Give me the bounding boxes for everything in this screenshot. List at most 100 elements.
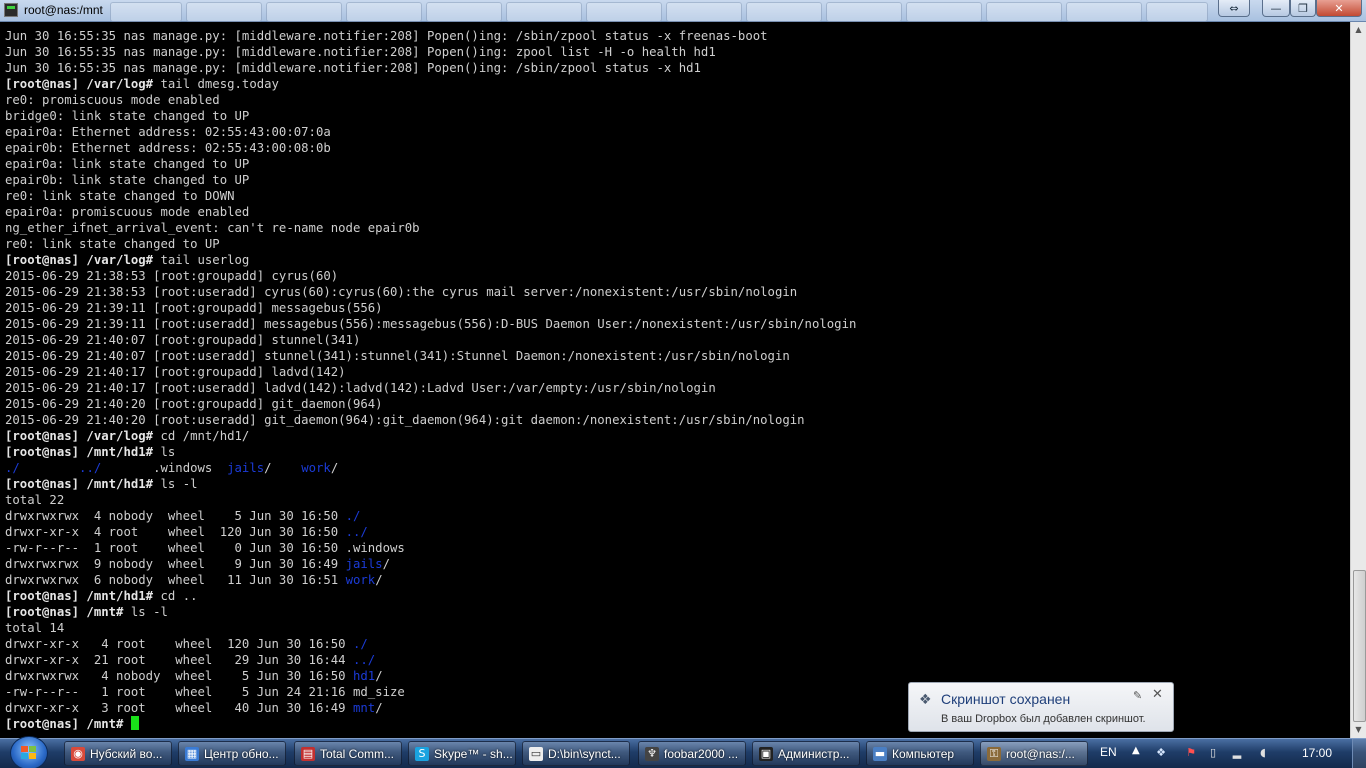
terminal-line: [root@nas] /var/log# tail userlog — [5, 252, 249, 268]
taskbar-button-computer[interactable]: ▬ Компьютер — [866, 741, 974, 766]
safely-remove-icon[interactable]: ▯ — [1206, 746, 1220, 760]
directory-name: ./ — [345, 509, 361, 523]
terminal-line: drwxr-xr-x 4 root wheel 120 Jun 30 16:50… — [5, 636, 368, 652]
terminal-line: drwxr-xr-x 21 root wheel 29 Jun 30 16:44… — [5, 652, 375, 668]
skype-icon: S — [415, 747, 429, 761]
vertical-scrollbar[interactable]: ▲ ▼ — [1350, 22, 1366, 738]
terminal-text: 2015-06-29 21:40:07 [root:useradd] stunn… — [5, 349, 790, 363]
taskbar-button-label: D:\bin\synct... — [548, 747, 621, 761]
terminal-line: Jun 30 16:55:35 nas manage.py: [middlewa… — [5, 44, 716, 60]
terminal-text: / — [375, 573, 383, 587]
terminal-text: 2015-06-29 21:38:53 [root:useradd] cyrus… — [5, 285, 798, 299]
notification-close-icon[interactable]: ✕ — [1152, 687, 1163, 702]
taskbar-button-putty[interactable]: ⚿ root@nas:/... — [980, 741, 1088, 766]
terminal-text: epair0b: link state changed to UP — [5, 173, 250, 187]
terminal-line: Jun 30 16:55:35 nas manage.py: [middlewa… — [5, 60, 701, 76]
taskbar-button-foobar[interactable]: ♆ foobar2000 ... — [638, 741, 746, 766]
minimize-button[interactable]: — — [1262, 0, 1290, 17]
taskbar-button-synct[interactable]: ▭ D:\bin\synct... — [522, 741, 630, 766]
maximize-icon: ❐ — [1298, 1, 1308, 15]
directory-name: work — [345, 573, 376, 587]
terminal-line: ./ ../ .windows jails/ work/ — [5, 460, 338, 476]
double-arrow-icon: ⇔ — [1229, 1, 1239, 15]
terminal-text: drwxr-xr-x 21 root wheel 29 Jun 30 16:44 — [5, 653, 353, 667]
directory-name: ../ — [352, 653, 376, 667]
terminal-line: epair0a: promiscuous mode enabled — [5, 204, 249, 220]
network-signal-icon[interactable]: ▂ — [1230, 746, 1244, 760]
scrollbar-thumb[interactable] — [1353, 570, 1366, 722]
terminal-line: total 14 — [5, 620, 64, 636]
terminal-text: total 14 — [5, 621, 65, 635]
terminal-line: 2015-06-29 21:39:11 [root:groupadd] mess… — [5, 300, 383, 316]
restore-wide-button[interactable]: ⇔ — [1218, 0, 1250, 17]
background-tab — [666, 2, 742, 22]
directory-name: ../ — [79, 461, 102, 475]
terminal-text: .windows — [101, 461, 228, 475]
terminal-line: -rw-r--r-- 1 root wheel 5 Jun 24 21:16 m… — [5, 684, 405, 700]
scroll-down-arrow-icon[interactable]: ▼ — [1351, 722, 1366, 738]
taskbar-button-update-center[interactable]: ▦ Центр обно... — [178, 741, 286, 766]
terminal-line: 2015-06-29 21:40:20 [root:groupadd] git_… — [5, 396, 383, 412]
background-tab — [586, 2, 662, 22]
volume-icon[interactable]: ◖ — [1256, 746, 1270, 760]
flag-alert-icon[interactable]: ⚑ — [1184, 746, 1198, 760]
terminal-text: / — [382, 557, 390, 571]
maximize-button[interactable]: ❐ — [1290, 0, 1316, 17]
terminal-line: re0: link state changed to DOWN — [5, 188, 235, 204]
taskbar-button-label: Skype™ - sh... — [434, 747, 513, 761]
scroll-up-arrow-icon[interactable]: ▲ — [1351, 22, 1366, 38]
terminal-line: [root@nas] /var/log# tail dmesg.today — [5, 76, 279, 92]
terminal-line: [root@nas] /mnt# ls -l — [5, 604, 168, 620]
background-tab — [186, 2, 262, 22]
directory-name: jails — [227, 461, 265, 475]
background-tab — [826, 2, 902, 22]
terminal-text: cd /mnt/hd1/ — [153, 429, 250, 443]
taskbar-button-label: Центр обно... — [204, 747, 279, 761]
terminal-text: epair0a: link state changed to UP — [5, 157, 250, 171]
windows-update-icon: ▦ — [185, 747, 199, 761]
directory-name: ./ — [5, 461, 20, 475]
show-desktop-button[interactable] — [1352, 739, 1366, 768]
clock[interactable]: 17:00 — [1302, 746, 1332, 760]
terminal-text: ng_ether_ifnet_arrival_event: can't re-n… — [5, 221, 420, 235]
directory-name: ../ — [345, 525, 368, 539]
directory-name: work — [301, 461, 331, 475]
pin-icon[interactable]: ✎ — [1133, 689, 1142, 702]
background-tab — [110, 2, 182, 22]
start-button[interactable] — [10, 736, 48, 768]
terminal-text: 2015-06-29 21:40:07 [root:groupadd] stun… — [5, 333, 361, 347]
taskbar-button-skype[interactable]: S Skype™ - sh... — [408, 741, 516, 766]
screenshot-saved-notification[interactable]: ❖ Скриншот сохранен В ваш Dropbox был до… — [908, 682, 1174, 732]
background-tab — [906, 2, 982, 22]
terminal-line: 2015-06-29 21:38:53 [root:groupadd] cyru… — [5, 268, 338, 284]
shell-prompt: [root@nas] /mnt# — [5, 717, 124, 731]
taskbar-button-admin[interactable]: ▣ Администр... — [752, 741, 860, 766]
taskbar-button-chrome[interactable]: ◉ Нубский во... — [64, 741, 172, 766]
terminal-text: Jun 30 16:55:35 nas manage.py: [middlewa… — [5, 29, 768, 43]
minimize-icon: — — [1270, 1, 1282, 15]
shell-prompt: [root@nas] /var/log# — [5, 429, 154, 443]
terminal-text: epair0b: Ethernet address: 02:55:43:00:0… — [5, 141, 331, 155]
terminal-output[interactable]: Jun 30 16:55:35 nas manage.py: [middlewa… — [0, 28, 1350, 738]
shell-prompt: [root@nas] /var/log# — [5, 77, 154, 91]
dropbox-tray-icon[interactable]: ❖ — [1154, 746, 1168, 760]
terminal-text: / — [330, 461, 339, 475]
window-titlebar[interactable]: root@nas:/mnt ⇔ — ❐ ✕ — [0, 0, 1366, 22]
terminal-line: epair0b: link state changed to UP — [5, 172, 249, 188]
language-indicator[interactable]: EN — [1100, 745, 1117, 759]
background-tab — [266, 2, 342, 22]
terminal-text: 2015-06-29 21:39:11 [root:useradd] messa… — [5, 317, 857, 331]
taskbar-button-label: Компьютер — [892, 747, 955, 761]
floppy-icon: ▤ — [301, 747, 315, 761]
console-window-icon: ▭ — [529, 747, 543, 761]
show-hidden-icons-arrow-icon[interactable]: ▲ — [1132, 745, 1140, 756]
close-button[interactable]: ✕ — [1316, 0, 1362, 17]
taskbar-button-total-commander[interactable]: ▤ Total Comm... — [294, 741, 402, 766]
background-tab — [506, 2, 582, 22]
terminal-text: 2015-06-29 21:40:20 [root:useradd] git_d… — [5, 413, 805, 427]
terminal-text: epair0a: promiscuous mode enabled — [5, 205, 250, 219]
terminal-text: 2015-06-29 21:39:11 [root:groupadd] mess… — [5, 301, 383, 315]
terminal-line: 2015-06-29 21:40:17 [root:groupadd] ladv… — [5, 364, 346, 380]
